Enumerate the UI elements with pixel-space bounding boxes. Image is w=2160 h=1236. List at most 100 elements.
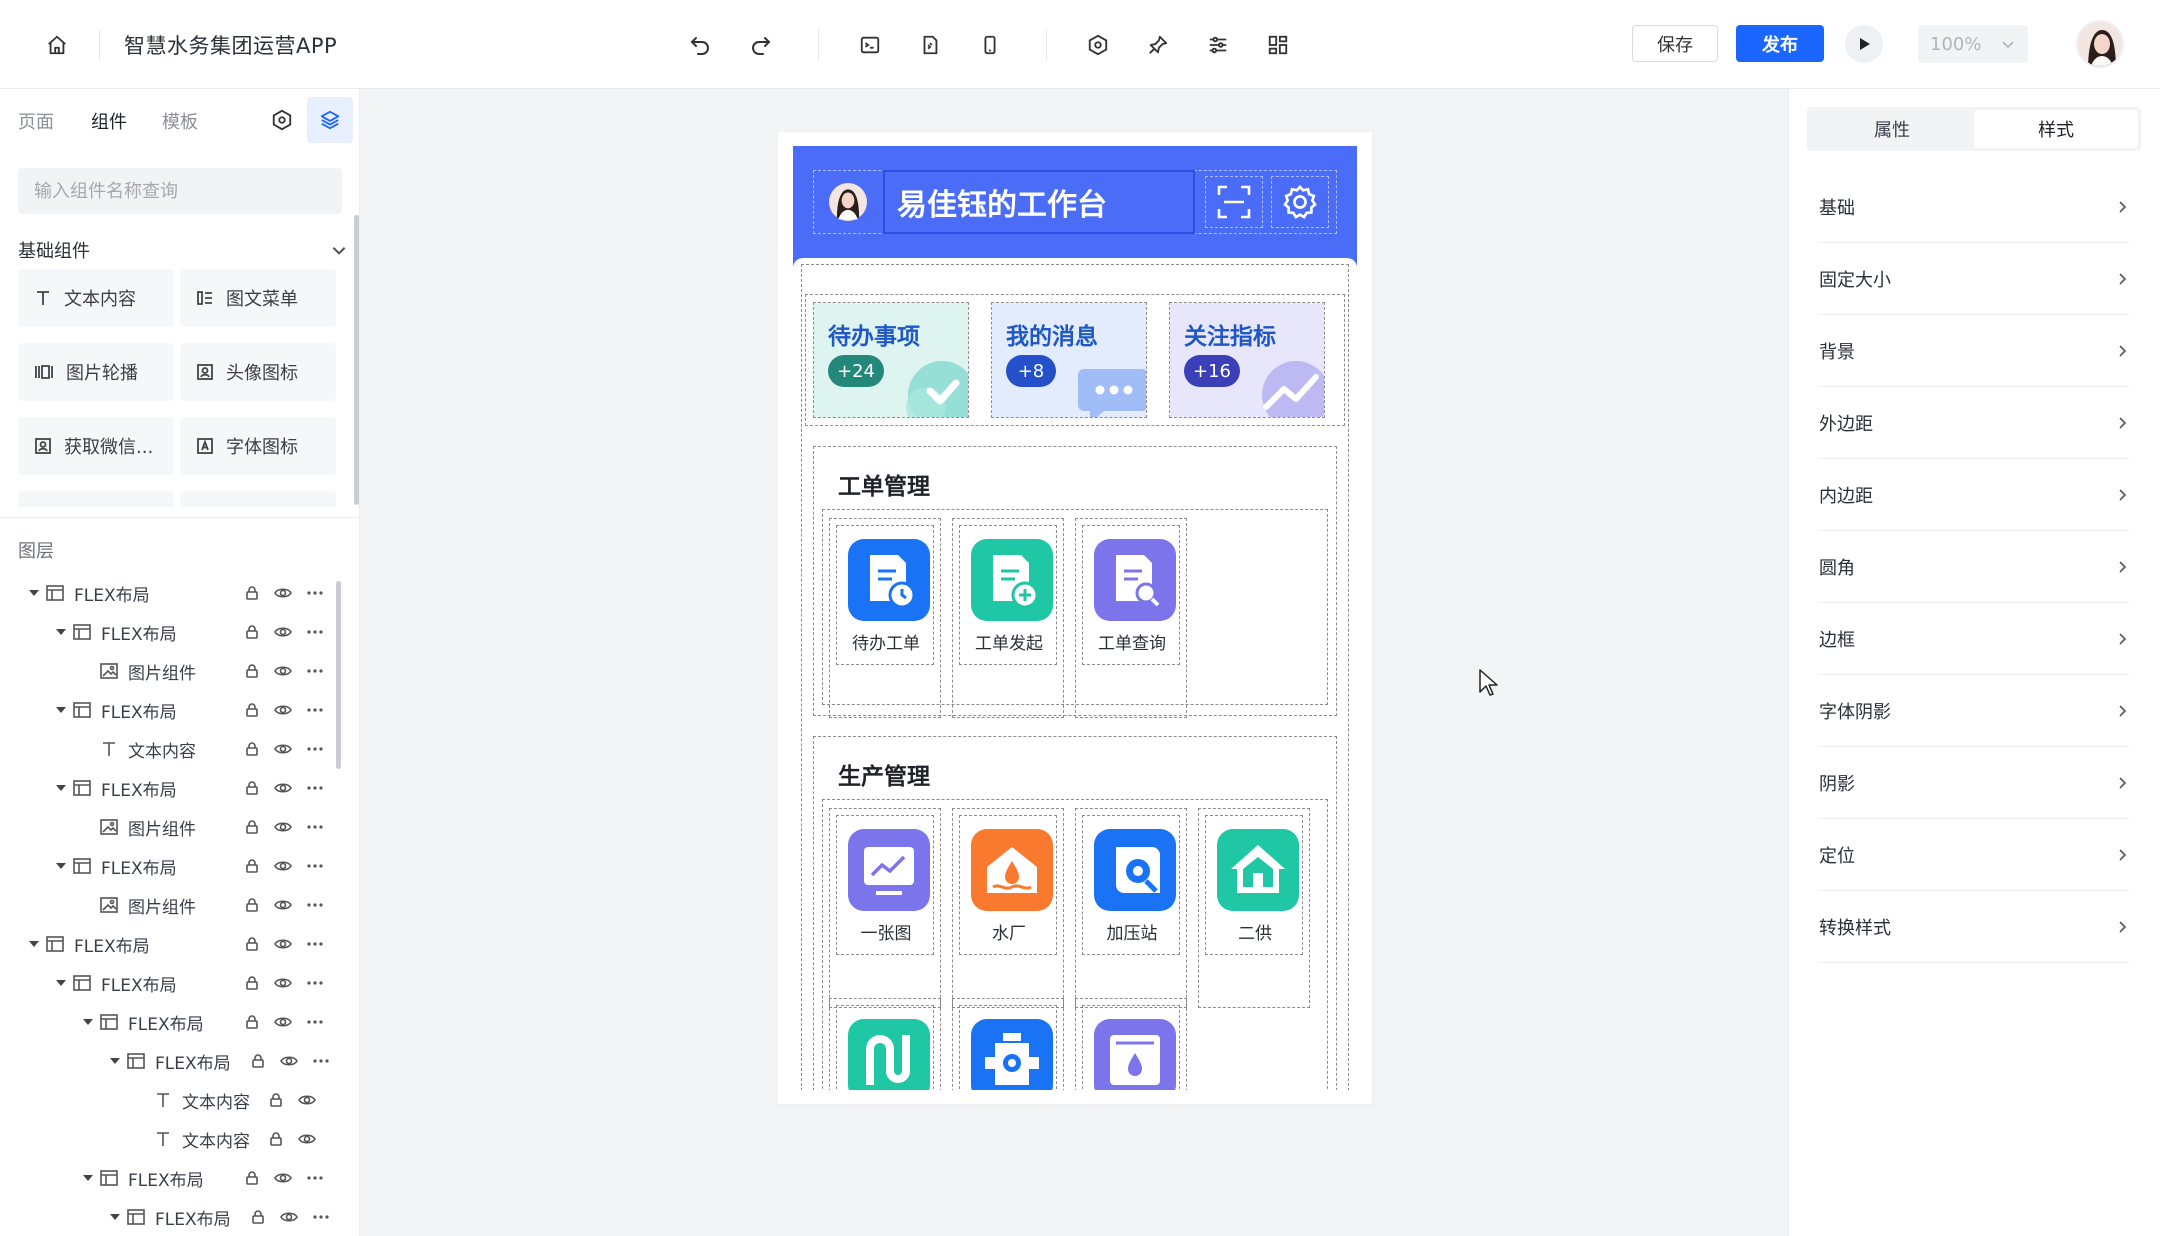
caret-down-icon[interactable]	[78, 1016, 98, 1028]
header-title[interactable]: 易佳钰的工作台	[883, 170, 1195, 234]
caret-down-icon[interactable]	[24, 938, 44, 950]
eye-icon[interactable]	[274, 780, 292, 796]
redo-icon[interactable]	[737, 0, 785, 89]
mobile-preview-icon[interactable]	[966, 0, 1014, 89]
eye-icon[interactable]	[280, 1209, 298, 1225]
phone-preview[interactable]: 易佳钰的工作台 待办事项 +24 我的消息 +8 关注指标 +16 工单管理 待…	[793, 146, 1357, 1090]
layers-icon[interactable]	[307, 97, 353, 143]
layer-row[interactable]: FLEX布局	[0, 770, 350, 806]
caret-down-icon[interactable]	[78, 1172, 98, 1184]
settings-gear-icon[interactable]	[1271, 176, 1329, 228]
more-icon[interactable]	[306, 668, 324, 674]
tab-styles[interactable]: 样式	[1974, 110, 2138, 148]
eye-icon[interactable]	[274, 702, 292, 718]
publish-button[interactable]: 发布	[1736, 25, 1824, 62]
component-wechat-user[interactable]: 获取微信...	[18, 417, 174, 475]
layer-row[interactable]: 图片组件	[0, 809, 350, 845]
layer-row[interactable]: FLEX布局	[0, 848, 350, 884]
eye-icon[interactable]	[280, 1053, 298, 1069]
more-icon[interactable]	[306, 863, 324, 869]
more-icon[interactable]	[306, 1175, 324, 1181]
eye-icon[interactable]	[274, 1014, 292, 1030]
eye-icon[interactable]	[274, 663, 292, 679]
app-tile[interactable]: 二供	[1198, 808, 1310, 1008]
layer-row[interactable]: FLEX布局	[0, 965, 350, 1001]
tab-templates[interactable]: 模板	[162, 108, 198, 134]
lock-icon[interactable]	[244, 780, 260, 796]
lock-icon[interactable]	[268, 1092, 284, 1108]
style-row[interactable]: 背景	[1819, 315, 2129, 387]
lock-icon[interactable]	[244, 819, 260, 835]
lock-icon[interactable]	[250, 1053, 266, 1069]
style-row[interactable]: 外边距	[1819, 387, 2129, 459]
layer-row[interactable]: 文本内容	[0, 1082, 350, 1118]
more-icon[interactable]	[306, 902, 324, 908]
lock-icon[interactable]	[250, 1209, 266, 1225]
component-image[interactable]: 图片	[18, 491, 174, 507]
layer-row[interactable]: 文本内容	[0, 731, 350, 767]
more-icon[interactable]	[306, 980, 324, 986]
tab-properties[interactable]: 属性	[1810, 110, 1974, 148]
eye-icon[interactable]	[298, 1092, 316, 1108]
lock-icon[interactable]	[244, 585, 260, 601]
style-row[interactable]: 固定大小	[1819, 243, 2129, 315]
component-text[interactable]: 文本内容	[18, 269, 174, 327]
lock-icon[interactable]	[244, 741, 260, 757]
component-avatar[interactable]: 头像图标	[180, 343, 336, 401]
eye-icon[interactable]	[274, 741, 292, 757]
lock-icon[interactable]	[268, 1131, 284, 1147]
eye-icon[interactable]	[274, 585, 292, 601]
caret-down-icon[interactable]	[51, 782, 71, 794]
component-carousel[interactable]: 图片轮播	[18, 343, 174, 401]
more-icon[interactable]	[306, 1019, 324, 1025]
lock-icon[interactable]	[244, 975, 260, 991]
more-icon[interactable]	[306, 746, 324, 752]
more-icon[interactable]	[306, 707, 324, 713]
lock-icon[interactable]	[244, 663, 260, 679]
scan-icon[interactable]	[1205, 176, 1263, 228]
components-scrollbar[interactable]	[354, 215, 359, 505]
header-avatar[interactable]	[819, 174, 877, 230]
preview-play-button[interactable]	[1845, 25, 1883, 63]
app-tile[interactable]: 一张图	[829, 808, 941, 1008]
caret-down-icon[interactable]	[51, 704, 71, 716]
eye-icon[interactable]	[274, 1170, 292, 1186]
layer-row[interactable]: FLEX布局	[0, 614, 350, 650]
layer-row[interactable]: FLEX布局	[0, 1043, 350, 1079]
eye-icon[interactable]	[274, 858, 292, 874]
eye-icon[interactable]	[274, 624, 292, 640]
zoom-select[interactable]: 100%	[1918, 25, 2028, 63]
app-tile[interactable]: 工单查询	[1075, 518, 1187, 718]
layer-row[interactable]: FLEX布局	[0, 1004, 350, 1040]
app-tile[interactable]	[829, 998, 941, 1090]
layer-row[interactable]: FLEX布局	[0, 692, 350, 728]
app-tile[interactable]	[952, 998, 1064, 1090]
home-icon[interactable]	[33, 0, 81, 89]
tab-pages[interactable]: 页面	[18, 108, 54, 134]
app-tile[interactable]	[1075, 998, 1187, 1090]
eye-icon[interactable]	[274, 897, 292, 913]
stat-card-metrics[interactable]: 关注指标 +16	[1169, 302, 1325, 418]
layer-row[interactable]: 图片组件	[0, 887, 350, 923]
component-tag[interactable]: 标签	[180, 491, 336, 507]
more-icon[interactable]	[306, 785, 324, 791]
hexagon-settings-icon[interactable]	[259, 97, 305, 143]
layout-grid-icon[interactable]	[1254, 0, 1302, 89]
eye-icon[interactable]	[274, 936, 292, 952]
style-row[interactable]: 定位	[1819, 819, 2129, 891]
more-icon[interactable]	[306, 590, 324, 596]
pin-icon[interactable]	[1134, 0, 1182, 89]
layer-row[interactable]: FLEX布局	[0, 575, 350, 611]
lock-icon[interactable]	[244, 1170, 260, 1186]
caret-down-icon[interactable]	[24, 587, 44, 599]
style-row[interactable]: 阴影	[1819, 747, 2129, 819]
sliders-icon[interactable]	[1194, 0, 1242, 89]
layer-row[interactable]: FLEX布局	[0, 1199, 350, 1235]
style-row[interactable]: 边框	[1819, 603, 2129, 675]
style-row[interactable]: 字体阴影	[1819, 675, 2129, 747]
lock-icon[interactable]	[244, 858, 260, 874]
layer-row[interactable]: 文本内容	[0, 1121, 350, 1157]
style-row[interactable]: 转换样式	[1819, 891, 2129, 963]
more-icon[interactable]	[306, 629, 324, 635]
lock-icon[interactable]	[244, 936, 260, 952]
